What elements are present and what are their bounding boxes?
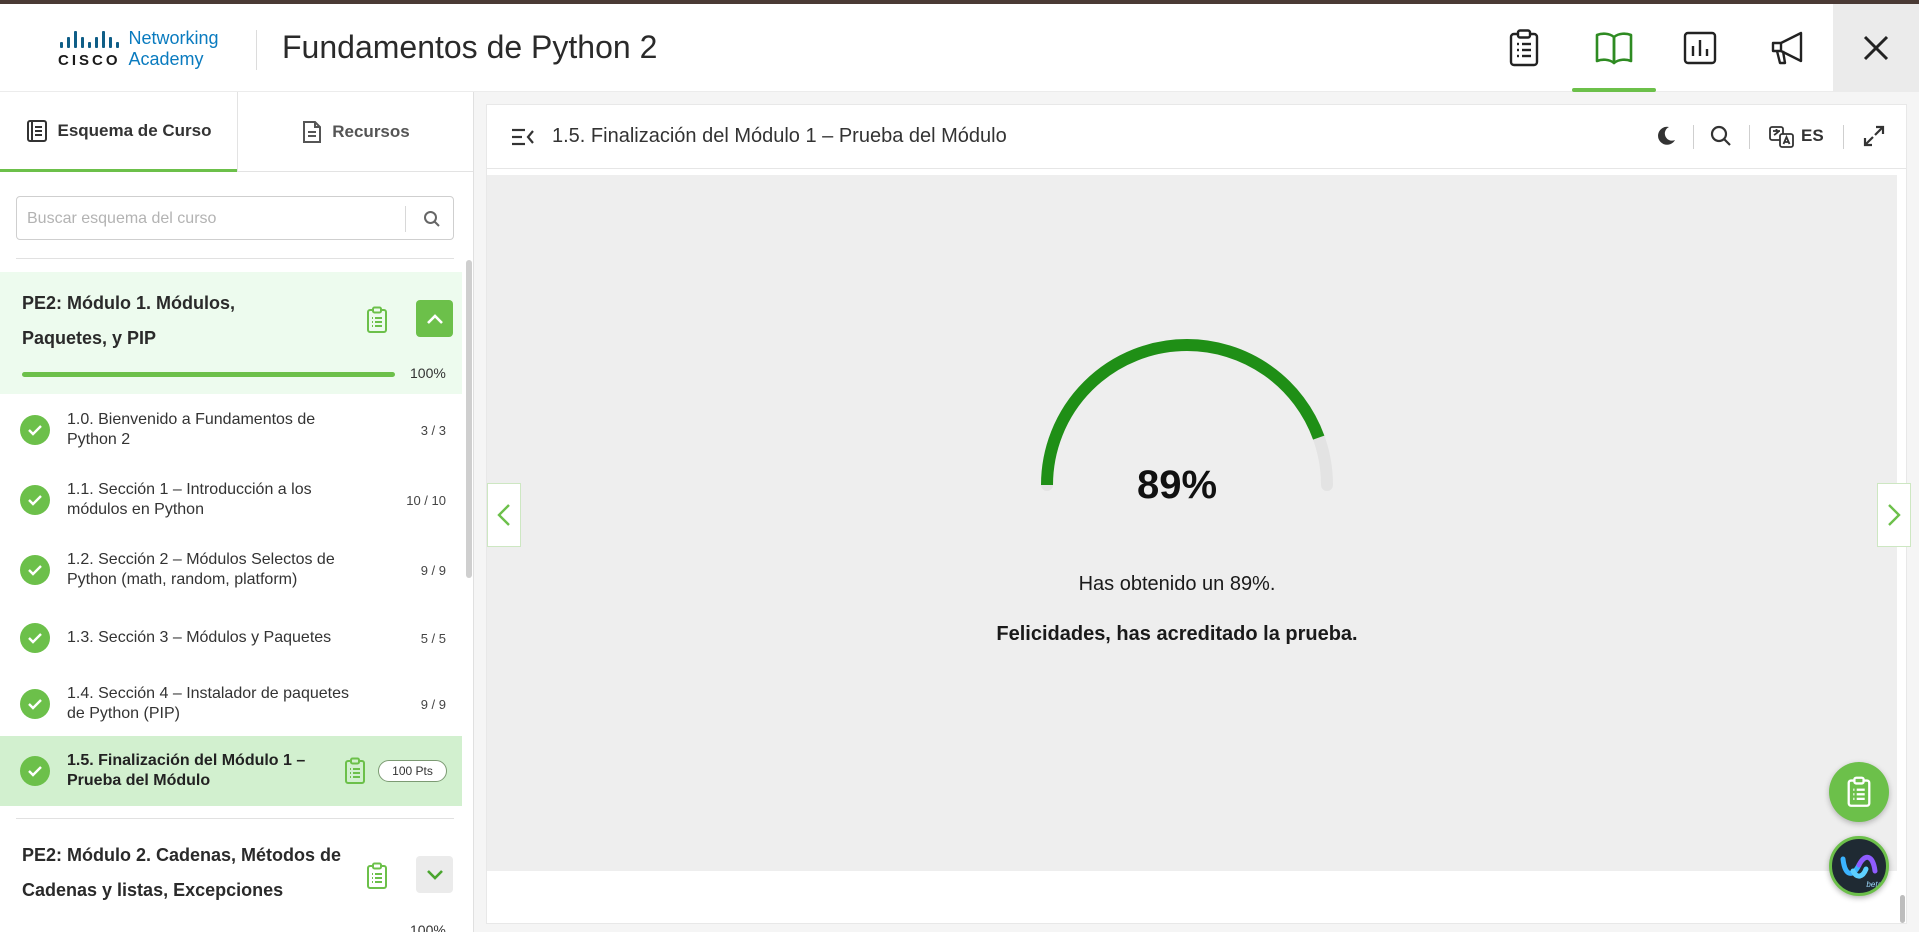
module-1-title: PE2: Módulo 1. Módulos, Paquetes, y PIP [22,293,235,348]
lesson-label: 1.5. Finalización del Módulo 1 – Prueba … [67,752,306,789]
megaphone-icon [1771,31,1803,65]
app-header: CISCO Networking Academy Fundamentos de … [0,4,1919,92]
grades-button[interactable] [1656,4,1744,92]
module-1-progress-label: 100% [410,365,446,381]
module-1-header[interactable]: PE2: Módulo 1. Módulos, Paquetes, y PIP … [0,272,462,394]
chevron-down-icon [426,869,443,880]
document-icon [303,121,322,143]
lesson-item[interactable]: 1.3. Sección 3 – Módulos y Paquetes 5 / … [0,608,462,668]
module-2-progress-label: 100% [410,922,446,932]
content-title: 1.5. Finalización del Módulo 1 – Prueba … [552,125,1007,147]
module-2-header[interactable]: PE2: Módulo 2. Cadenas, Métodos de Caden… [0,836,462,932]
chevron-right-icon [1888,504,1901,526]
course-title: Fundamentos de Python 2 [282,29,658,65]
check-icon [20,623,50,653]
search-icon[interactable] [1710,125,1732,147]
lesson-count: 9 / 9 [420,563,446,578]
clipboard-icon[interactable] [366,306,388,334]
lesson-label: 1.2. Sección 2 – Módulos Selectos de Pyt… [67,551,335,588]
close-icon [1863,35,1889,61]
logo-line2: Academy [128,49,204,69]
check-icon [20,555,50,585]
check-icon [20,756,50,786]
next-page-button[interactable] [1877,483,1911,547]
lesson-item[interactable]: 1.4. Sección 4 – Instalador de paquetes … [0,672,462,736]
cisco-networking-academy-logo[interactable]: CISCO Networking Academy [58,24,219,74]
lesson-item[interactable]: 1.0. Bienvenido a Fundamentos de Python … [0,398,462,462]
lesson-label: 1.0. Bienvenido a Fundamentos de Python … [67,411,316,448]
tab-resources-label: Recursos [332,122,410,141]
tab-resources[interactable]: Recursos [237,92,473,172]
outline-icon [26,119,47,142]
beta-badge: beta [1866,880,1882,889]
tab-course-outline[interactable]: Esquema de Curso [0,92,237,172]
divider [16,818,454,819]
tab-course-outline-label: Esquema de Curso [57,120,212,140]
bar-chart-icon [1683,31,1717,65]
content-panel: 1.5. Finalización del Módulo 1 – Prueba … [486,104,1911,924]
expand-icon[interactable] [1863,125,1885,147]
clipboard-icon [1847,776,1871,807]
quiz-result-area: 89% Has obtenido un 89%. Felicidades, ha… [487,175,1897,871]
module-1-progress-bar [22,372,395,377]
points-badge: 100 Pts [378,760,447,782]
collapse-module-button[interactable] [416,300,453,337]
logo-wordmark: CISCO [58,51,121,69]
lesson-count: 10 / 10 [406,493,446,508]
webex-assistant-button[interactable]: beta [1829,836,1889,896]
check-icon [20,415,50,445]
lesson-item[interactable]: 1.2. Sección 2 – Módulos Selectos de Pyt… [0,538,462,602]
course-content-button[interactable] [1570,4,1658,92]
toolbar-divider [1693,125,1694,149]
lesson-count: 9 / 9 [420,697,446,712]
congrats-text: Felicidades, has acreditado la prueba. [996,623,1358,645]
divider [16,258,454,259]
chevron-left-icon [497,504,510,526]
clipboard-icon[interactable] [344,757,366,785]
logo-text: Networking Academy [129,28,219,70]
moon-icon[interactable] [1655,125,1677,147]
book-icon [1595,32,1633,65]
close-button[interactable] [1833,4,1919,92]
outline-search [16,196,454,240]
chevron-up-icon [426,313,443,324]
lesson-label: 1.3. Sección 3 – Módulos y Paquetes [67,629,332,646]
sidebar-tabs: Esquema de Curso Recursos [0,92,473,172]
announcements-button[interactable] [1744,4,1832,92]
check-icon [20,689,50,719]
check-icon [20,485,50,515]
lesson-count: 3 / 3 [420,423,446,438]
menu-collapse-icon[interactable] [511,127,535,147]
cisco-logo-mark: CISCO [58,30,121,69]
assessment-fab-button[interactable] [1829,762,1889,822]
clipboard-icon [1509,29,1539,67]
translate-icon[interactable] [1769,125,1795,149]
content-title-bar: 1.5. Finalización del Módulo 1 – Prueba … [487,105,1906,169]
webex-icon [1840,854,1878,879]
result-text: Has obtenido un 89%. [1078,573,1276,595]
expand-module-button[interactable] [416,856,453,893]
lesson-label: 1.4. Sección 4 – Instalador de paquetes … [67,685,349,722]
assessments-button[interactable] [1480,4,1568,92]
search-input[interactable] [25,207,405,231]
logo-line1: Networking [128,28,219,48]
sidebar-scrollbar[interactable] [466,260,472,578]
language-selector[interactable]: ES [1801,126,1824,146]
score-value: 89% [1136,463,1218,507]
search-icon[interactable] [423,210,441,228]
lesson-label: 1.1. Sección 1 – Introducción a los módu… [67,481,312,518]
toolbar-divider [1749,125,1750,149]
clipboard-icon[interactable] [366,862,388,890]
header-divider [256,30,257,70]
previous-page-button[interactable] [487,483,521,547]
content-scrollbar[interactable] [1900,895,1905,923]
course-outline-sidebar: Esquema de Curso Recursos PE2: Módulo 1.… [0,92,474,932]
toolbar-divider [1843,125,1844,149]
lesson-item-current[interactable]: 1.5. Finalización del Módulo 1 – Prueba … [0,736,462,806]
module-2-title: PE2: Módulo 2. Cadenas, Métodos de Caden… [22,845,342,900]
lesson-count: 5 / 5 [420,631,446,646]
search-divider [405,206,406,232]
lesson-item[interactable]: 1.1. Sección 1 – Introducción a los módu… [0,468,462,532]
